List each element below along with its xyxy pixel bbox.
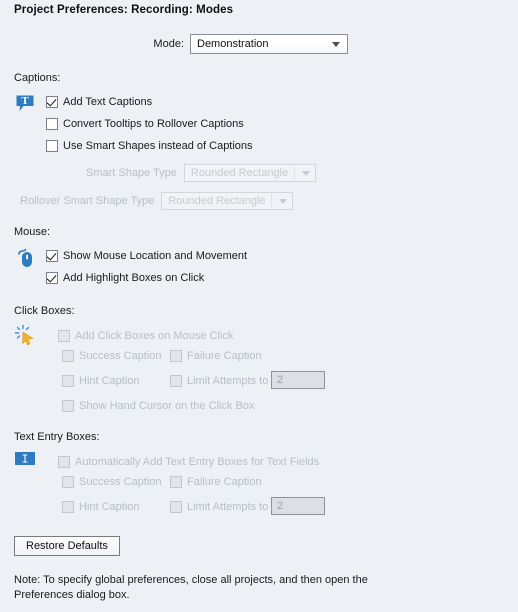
text-caption-balloon-icon: T bbox=[14, 92, 36, 114]
text-cursor-field-icon bbox=[14, 450, 36, 472]
text-limit-attempts-value: 2 bbox=[277, 500, 284, 512]
checkbox-box[interactable] bbox=[46, 118, 58, 130]
checkbox-box bbox=[170, 476, 182, 488]
checkbox-label: Show Hand Cursor on the Click Box bbox=[79, 400, 255, 412]
checkbox-click-success-caption: Success Caption bbox=[62, 350, 162, 362]
checkbox-label: Hint Caption bbox=[79, 501, 140, 513]
checkbox-box[interactable] bbox=[46, 140, 58, 152]
checkbox-label: Add Click Boxes on Mouse Click bbox=[75, 330, 234, 342]
checkbox-label: Limit Attempts to bbox=[187, 501, 269, 513]
chevron-down-icon bbox=[279, 199, 288, 204]
smart-shape-type-value: Rounded Rectangle bbox=[190, 167, 289, 179]
checkbox-label: Success Caption bbox=[79, 350, 162, 362]
page-title: Project Preferences: Recording: Modes bbox=[14, 4, 234, 16]
checkbox-box bbox=[62, 400, 74, 412]
checkbox-text-hint-caption: Hint Caption bbox=[62, 501, 140, 513]
rollover-smart-shape-type-row: Rollover Smart Shape Type Rounded Rectan… bbox=[20, 192, 294, 210]
chevron-down-icon bbox=[301, 171, 310, 176]
dropdown-separator bbox=[293, 166, 295, 180]
checkbox-click-hint-caption: Hint Caption bbox=[62, 375, 140, 387]
checkbox-add-click-boxes-on-mouse-click: Add Click Boxes on Mouse Click bbox=[58, 330, 233, 342]
checkbox-use-smart-shapes-instead-of-captions[interactable]: Use Smart Shapes instead of Captions bbox=[46, 140, 253, 152]
checkbox-box bbox=[62, 375, 74, 387]
checkbox-click-limit-attempts: Limit Attempts to bbox=[170, 375, 268, 387]
click-limit-attempts-value: 2 bbox=[277, 374, 284, 386]
text-limit-attempts-input: 2 bbox=[271, 497, 325, 515]
checkbox-show-mouse-location-and-movement[interactable]: Show Mouse Location and Movement bbox=[46, 250, 247, 262]
click-cursor-icon bbox=[14, 324, 36, 346]
checkbox-box bbox=[58, 330, 70, 342]
mode-dropdown-value: Demonstration bbox=[197, 38, 269, 50]
checkbox-box bbox=[170, 501, 182, 513]
checkbox-box bbox=[62, 501, 74, 513]
dropdown-separator bbox=[271, 194, 273, 208]
smart-shape-type-label: Smart Shape Type bbox=[86, 167, 177, 179]
click-limit-attempts-input: 2 bbox=[271, 371, 325, 389]
checkbox-label: Hint Caption bbox=[79, 375, 140, 387]
checkbox-label: Convert Tooltips to Rollover Captions bbox=[63, 118, 244, 130]
svg-text:T: T bbox=[21, 95, 29, 107]
checkbox-label: Add Text Captions bbox=[63, 96, 153, 108]
checkbox-label: Limit Attempts to bbox=[187, 375, 269, 387]
rollover-smart-shape-type-value: Rounded Rectangle bbox=[168, 195, 266, 207]
checkbox-box[interactable] bbox=[46, 250, 58, 262]
click-boxes-heading: Click Boxes: bbox=[14, 305, 75, 317]
checkbox-box bbox=[62, 476, 74, 488]
checkbox-label: Show Mouse Location and Movement bbox=[63, 250, 248, 262]
checkbox-box[interactable] bbox=[46, 96, 58, 108]
checkbox-text-success-caption: Success Caption bbox=[62, 476, 162, 488]
rollover-smart-shape-type-label: Rollover Smart Shape Type bbox=[20, 195, 155, 207]
checkbox-box bbox=[170, 350, 182, 362]
checkbox-label: Failure Caption bbox=[187, 350, 262, 362]
restore-defaults-button[interactable]: Restore Defaults bbox=[14, 536, 120, 556]
checkbox-label: Success Caption bbox=[79, 476, 162, 488]
checkbox-convert-tooltips-to-rollover-captions[interactable]: Convert Tooltips to Rollover Captions bbox=[46, 118, 244, 130]
checkbox-box bbox=[170, 375, 182, 387]
checkbox-box[interactable] bbox=[46, 272, 58, 284]
mode-label: Mode: bbox=[153, 38, 184, 50]
smart-shape-type-dropdown: Rounded Rectangle bbox=[183, 164, 316, 182]
checkbox-show-hand-cursor-on-click-box: Show Hand Cursor on the Click Box bbox=[62, 400, 254, 412]
checkbox-box bbox=[62, 350, 74, 362]
checkbox-text-limit-attempts: Limit Attempts to bbox=[170, 501, 268, 513]
chevron-down-icon bbox=[332, 42, 340, 47]
preferences-panel: Project Preferences: Recording: Modes Mo… bbox=[0, 0, 518, 612]
checkbox-label: Failure Caption bbox=[187, 476, 262, 488]
mode-dropdown[interactable]: Demonstration bbox=[190, 34, 348, 54]
rollover-smart-shape-type-dropdown: Rounded Rectangle bbox=[161, 192, 294, 210]
checkbox-text-failure-caption: Failure Caption bbox=[170, 476, 262, 488]
checkbox-label: Automatically Add Text Entry Boxes for T… bbox=[75, 456, 320, 468]
checkbox-label: Add Highlight Boxes on Click bbox=[63, 272, 205, 284]
captions-heading: Captions: bbox=[14, 72, 61, 84]
mode-row: Mode: Demonstration bbox=[0, 34, 348, 54]
checkbox-add-text-captions[interactable]: Add Text Captions bbox=[46, 96, 152, 108]
computer-mouse-icon bbox=[14, 245, 36, 267]
checkbox-add-highlight-boxes-on-click[interactable]: Add Highlight Boxes on Click bbox=[46, 272, 204, 284]
checkbox-box bbox=[58, 456, 70, 468]
smart-shape-type-row: Smart Shape Type Rounded Rectangle bbox=[86, 164, 316, 182]
mouse-heading: Mouse: bbox=[14, 226, 51, 238]
checkbox-click-failure-caption: Failure Caption bbox=[170, 350, 262, 362]
checkbox-label: Use Smart Shapes instead of Captions bbox=[63, 140, 253, 152]
checkbox-automatically-add-text-entry-boxes: Automatically Add Text Entry Boxes for T… bbox=[58, 456, 319, 468]
footer-note: Note: To specify global preferences, clo… bbox=[14, 574, 368, 601]
text-entry-boxes-heading: Text Entry Boxes: bbox=[14, 431, 100, 443]
